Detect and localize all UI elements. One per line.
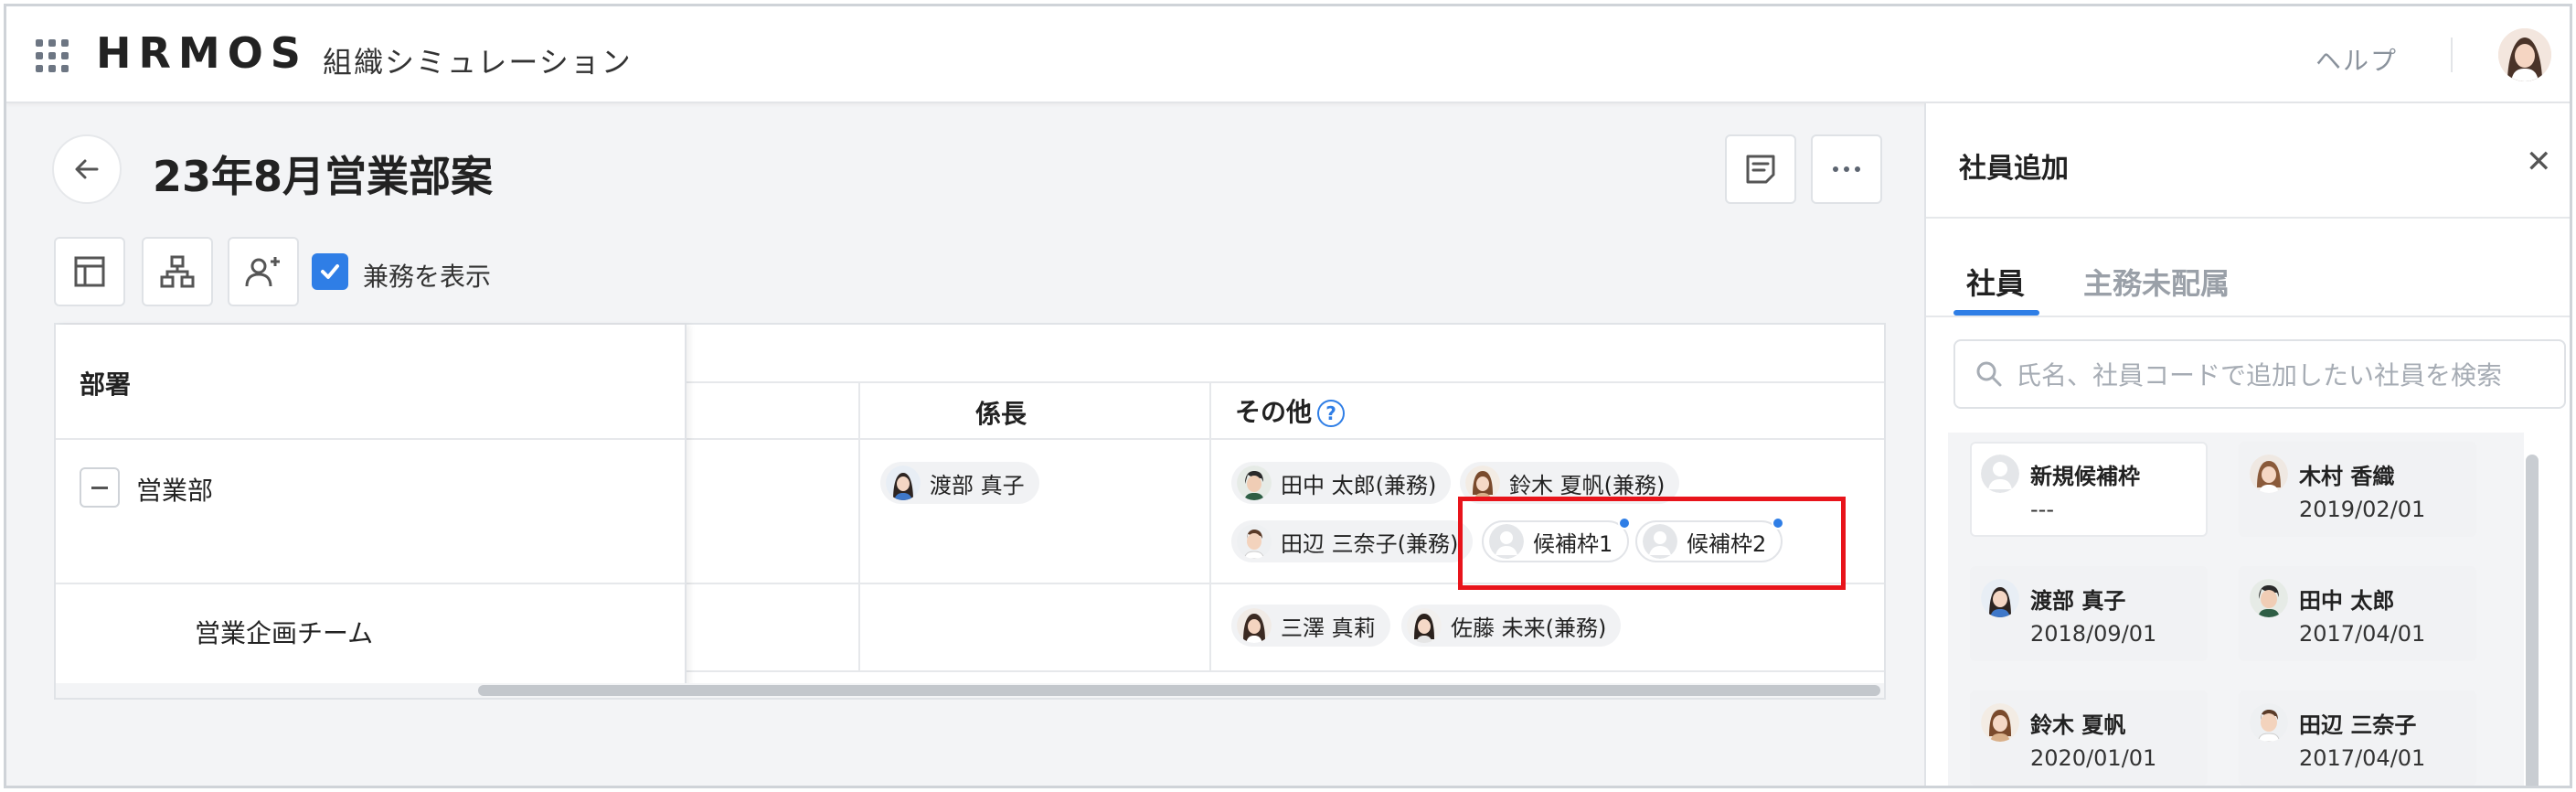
tab-unassigned[interactable]: 主務未配属 bbox=[2083, 261, 2230, 303]
placeholder-avatar-icon bbox=[1981, 455, 2019, 493]
table-view-button[interactable] bbox=[54, 237, 125, 306]
user-plus-icon bbox=[245, 257, 280, 287]
panel-title: 社員追加 bbox=[1959, 153, 2069, 185]
hrmos-logo[interactable]: HRMOS bbox=[96, 28, 308, 78]
help-circle-icon[interactable]: ? bbox=[1317, 400, 1346, 427]
other-column-header: その他? bbox=[1235, 392, 1346, 429]
avatar bbox=[1981, 579, 2019, 617]
top-bar: HRMOS 組織シミュレーション ヘルプ bbox=[6, 6, 2570, 103]
employee-name: 田辺 三奈子 bbox=[2299, 712, 2417, 738]
show-concurrent-checkbox[interactable] bbox=[312, 253, 348, 290]
avatar bbox=[1237, 466, 1272, 500]
avatar bbox=[1237, 524, 1272, 559]
employee-name: 新規候補枠 bbox=[2030, 464, 2140, 489]
more-dots-icon bbox=[1833, 166, 1860, 172]
employee-join-date: 2020/01/01 bbox=[2030, 745, 2157, 771]
employee-card[interactable]: 渡部 真子 2018/09/01 bbox=[1970, 566, 2208, 661]
employee-name: 鈴木 夏帆 bbox=[2030, 712, 2126, 738]
employee-join-date: 2018/09/01 bbox=[2030, 621, 2157, 647]
close-icon[interactable]: ✕ bbox=[2526, 144, 2552, 180]
avatar bbox=[1981, 703, 2019, 742]
avatar bbox=[1407, 608, 1442, 643]
avatar bbox=[2250, 579, 2288, 617]
scrollbar-thumb[interactable] bbox=[478, 685, 1880, 696]
department-column-header: 部署 bbox=[80, 369, 132, 400]
app-frame: HRMOS 組織シミュレーション ヘルプ 23年8月営業部案 兼務を表示 係長 … bbox=[4, 4, 2572, 788]
employee-name: 田中 太郎 bbox=[2299, 588, 2395, 614]
employee-card[interactable]: 新規候補枠 --- bbox=[1970, 442, 2208, 537]
department-name[interactable]: 営業企画チーム bbox=[195, 614, 373, 650]
show-concurrent-label[interactable]: 兼務を表示 bbox=[363, 257, 491, 294]
employee-join-date: --- bbox=[2030, 497, 2054, 522]
employee-name: 木村 香織 bbox=[2299, 464, 2395, 489]
app-name: 組織シミュレーション bbox=[323, 45, 633, 80]
search-placeholder: 氏名、社員コードで追加したい社員を検索 bbox=[2016, 360, 2503, 391]
avatar bbox=[1465, 466, 1500, 500]
table-divider bbox=[56, 438, 685, 440]
member-chip[interactable]: 佐藤 未来(兼務) bbox=[1401, 605, 1622, 647]
member-chip[interactable]: 渡部 真子 bbox=[880, 462, 1039, 504]
collapse-toggle[interactable] bbox=[80, 467, 120, 508]
horizontal-scrollbar[interactable] bbox=[56, 683, 1884, 698]
user-avatar[interactable] bbox=[2498, 28, 2551, 81]
employee-search-input[interactable]: 氏名、社員コードで追加したい社員を検索 bbox=[1953, 339, 2566, 409]
employee-card[interactable]: 鈴木 夏帆 2020/01/01 bbox=[1970, 690, 2208, 786]
avatar bbox=[2250, 455, 2288, 493]
memo-button[interactable] bbox=[1725, 134, 1796, 204]
highlight-annotation bbox=[1458, 497, 1846, 590]
page-title: 23年8月営業部案 bbox=[153, 152, 494, 201]
memo-icon bbox=[1746, 155, 1775, 184]
employee-join-date: 2017/04/01 bbox=[2299, 745, 2426, 771]
panel-divider bbox=[1926, 316, 2570, 317]
help-link[interactable]: ヘルプ bbox=[2315, 41, 2398, 78]
avatar bbox=[1237, 608, 1272, 643]
org-chart-icon bbox=[160, 255, 195, 288]
employee-join-date: 2017/04/01 bbox=[2299, 621, 2426, 647]
employee-card-list: 新規候補枠 --- 木村 香織 2019/02/01 渡部 真子 2018/09… bbox=[1948, 433, 2524, 786]
add-employee-panel: 社員追加 ✕ 社員 主務未配属 氏名、社員コードで追加したい社員を検索 新規候補… bbox=[1924, 103, 2570, 786]
table-divider bbox=[56, 583, 685, 584]
check-icon bbox=[321, 264, 339, 279]
employee-join-date: 2019/02/01 bbox=[2299, 497, 2426, 522]
main-area: 23年8月営業部案 兼務を表示 係長 その他 ? 渡部 真子 田中 太郎(兼務)… bbox=[6, 103, 1924, 786]
chief-column-header: 係長 bbox=[975, 399, 1027, 429]
employee-card[interactable]: 田中 太郎 2017/04/01 bbox=[2239, 566, 2476, 661]
employee-name: 渡部 真子 bbox=[2030, 588, 2126, 614]
avatar bbox=[2250, 703, 2288, 742]
add-member-button[interactable] bbox=[228, 237, 299, 306]
header-divider bbox=[2451, 37, 2453, 72]
org-chart-button[interactable] bbox=[142, 237, 213, 306]
member-chip[interactable]: 田辺 三奈子(兼務) bbox=[1231, 520, 1474, 562]
tab-employees[interactable]: 社員 bbox=[1966, 261, 2025, 303]
back-button[interactable] bbox=[52, 134, 122, 204]
panel-divider bbox=[1926, 217, 2570, 219]
more-button[interactable] bbox=[1811, 134, 1882, 204]
vertical-scrollbar[interactable] bbox=[2526, 455, 2539, 786]
app-grid-icon[interactable] bbox=[36, 39, 69, 72]
search-icon bbox=[1976, 361, 2002, 387]
table-icon bbox=[74, 256, 105, 287]
department-column: 部署 営業部 営業企画チーム bbox=[56, 325, 687, 687]
column-divider bbox=[1209, 381, 1211, 670]
member-chip[interactable]: 田中 太郎(兼務) bbox=[1231, 462, 1452, 504]
department-name[interactable]: 営業部 bbox=[136, 471, 213, 508]
employee-card[interactable]: 田辺 三奈子 2017/04/01 bbox=[2239, 690, 2476, 786]
employee-card[interactable]: 木村 香織 2019/02/01 bbox=[2239, 442, 2476, 537]
column-divider bbox=[858, 381, 860, 670]
minus-icon bbox=[91, 486, 108, 489]
arrow-left-icon bbox=[75, 159, 99, 179]
avatar bbox=[886, 466, 921, 500]
member-chip[interactable]: 三澤 真莉 bbox=[1231, 605, 1390, 647]
